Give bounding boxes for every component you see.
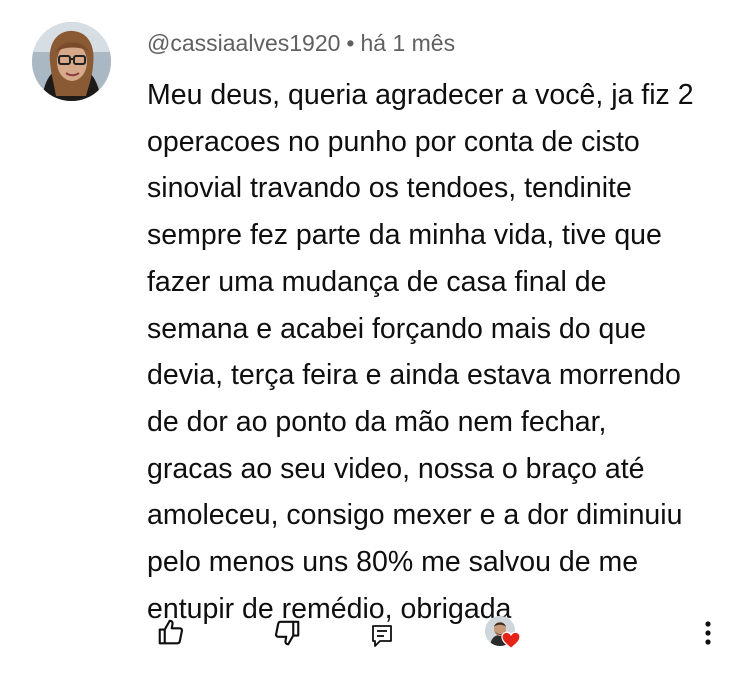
- author-handle[interactable]: @cassiaalves1920: [147, 30, 340, 56]
- more-vertical-icon: [705, 621, 711, 645]
- more-options-button[interactable]: [696, 616, 720, 650]
- comment-text: Meu deus, queria agradecer a você, ja fi…: [147, 72, 737, 632]
- reply-comment-icon: [372, 625, 392, 647]
- meta-separator: •: [346, 30, 355, 56]
- comment-line: sinovial travando os tendoes, tendinite: [147, 172, 632, 205]
- comment-line: sempre fez parte da minha vida, tive que: [147, 219, 662, 252]
- dislike-button[interactable]: [268, 614, 306, 652]
- comment-line: entupir de remédio, obrigada: [147, 592, 512, 625]
- comment-line: devia, terça feira e ainda estava morren…: [147, 359, 681, 392]
- comment-timestamp[interactable]: há 1 mês: [360, 30, 455, 56]
- reply-button[interactable]: [366, 620, 398, 652]
- comment-line: fazer uma mudança de casa final de: [147, 265, 607, 298]
- like-button[interactable]: [152, 614, 190, 650]
- comment-line: Meu deus, queria agradecer a você, ja fi…: [147, 79, 694, 111]
- thumbs-down-icon: [274, 620, 300, 646]
- comment-line: gracas ao seu video, nossa o braço até: [147, 452, 645, 485]
- comment-line: operacoes no punho por conta de cisto: [147, 125, 640, 158]
- comment-line: de dor ao ponto da mão nem fechar,: [147, 405, 607, 438]
- comment-line: semana e acabei forçando mais do que: [147, 312, 647, 345]
- comment-line: amoleceu, consigo mexer e a dor diminuiu: [147, 499, 683, 532]
- creator-heart-badge[interactable]: [485, 616, 529, 656]
- user-avatar[interactable]: [32, 22, 111, 101]
- thumbs-up-icon: [158, 619, 184, 645]
- creator-heart-icon: [501, 631, 521, 649]
- comment-line: pelo menos uns 80% me salvou de me: [147, 546, 639, 579]
- comment-meta: @cassiaalves1920 • há 1 mês: [147, 28, 455, 58]
